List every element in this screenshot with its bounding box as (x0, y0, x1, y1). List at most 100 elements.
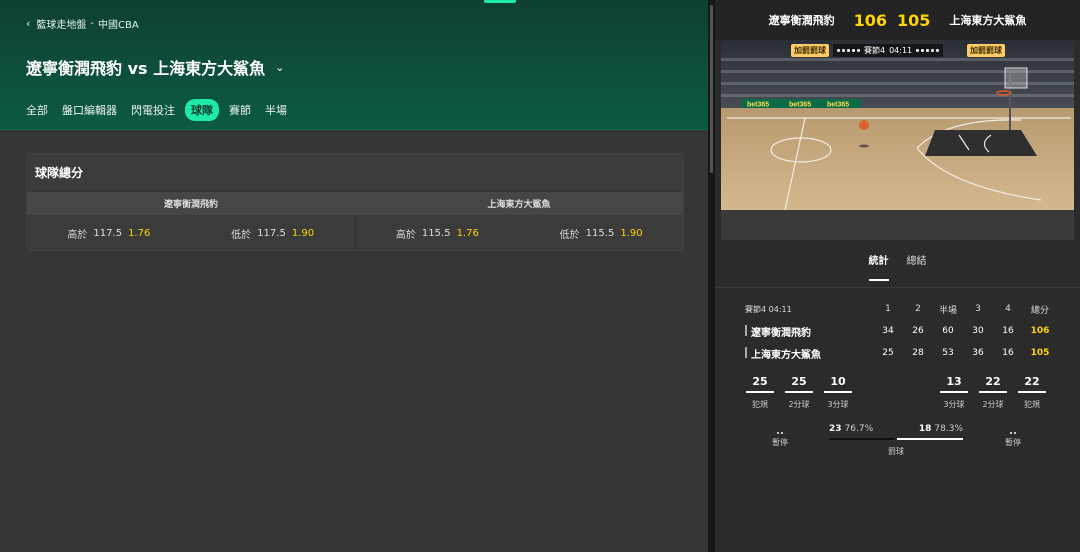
grid-cell: 25 (882, 348, 894, 358)
match-title-row[interactable]: 遼寧衡潤飛豹 vs 上海東方大鯊魚 ⌄ (26, 55, 284, 79)
right-penalty-badge: 加罰罰球 (967, 44, 1005, 57)
breadcrumb-separator: - (90, 18, 95, 29)
paint-area (925, 130, 1037, 156)
away-odds-col: 高於 115.5 1.76 低於 115.5 1.90 (356, 216, 684, 250)
away-2pt-stat: 22 2分球 (979, 375, 1007, 410)
scoreboard-scores: 106 105 (849, 10, 936, 42)
timeout-dots (998, 432, 1028, 434)
grid-cell: 53 (942, 348, 954, 358)
scoreboard-away-score: 105 (897, 10, 931, 30)
tab-stats[interactable]: 統計 (868, 252, 889, 281)
grid-cell-total: 105 (1030, 348, 1050, 358)
chevron-down-icon[interactable]: ⌄ (275, 61, 284, 74)
timeout-dots (765, 432, 795, 434)
odds-line: 115.5 (585, 227, 615, 239)
top-indicator (484, 0, 516, 3)
free-throw-bars (829, 438, 963, 440)
market-tabs: 全部 盤口編輯器 閃電投注 球隊 賽節 半場 (22, 99, 291, 121)
away-free-throws: 18 78.3% (918, 424, 963, 434)
court-visualization[interactable]: bet365 bet365 bet365 加罰罰球 賽節4 04:11 加罰罰球 (721, 40, 1074, 240)
scoreboard: 遼寧衡潤飛豹 106 105 上海東方大鯊魚 (715, 0, 1080, 42)
grid-team-home: 遼寧衡潤飛豹 (745, 324, 873, 339)
right-dots (916, 49, 940, 52)
tab-flash-bet[interactable]: 閃電投注 (127, 99, 179, 121)
scoreboard-home-team: 遼寧衡潤飛豹 (768, 14, 835, 27)
tab-summary[interactable]: 總結 (907, 252, 927, 281)
table-row: 上海東方大鯊魚 25 28 53 36 16 105 (745, 342, 1075, 364)
tab-all[interactable]: 全部 (22, 99, 52, 121)
court-period-indicator: 賽節4 04:11 (833, 44, 944, 57)
scoreboard-away-team: 上海東方大鯊魚 (949, 14, 1027, 27)
odds-label: 低於 (559, 229, 580, 241)
tab-quarter[interactable]: 賽節 (225, 99, 255, 121)
panel-title[interactable]: 球隊總分 (27, 154, 683, 192)
grid-head-q3: 3 (975, 304, 981, 314)
separator (715, 287, 1080, 288)
tab-bet-builder[interactable]: 盤口編輯器 (58, 99, 121, 121)
grid-cell: 36 (972, 348, 984, 358)
grid-period-clock: 賽節4 04:11 (745, 304, 792, 314)
breadcrumb-section[interactable]: 籃球走地盤 (36, 16, 86, 31)
free-throw-values: 23 76.7% 18 78.3% (829, 424, 963, 434)
odds-button[interactable]: 高於 117.5 1.76 (27, 226, 191, 241)
grid-head-q2: 2 (915, 304, 921, 314)
score-grid-header: 賽節4 04:11 1 2 半場 3 4 總分 (745, 298, 1075, 320)
table-row: 遼寧衡潤飛豹 34 26 60 30 16 106 (745, 320, 1075, 342)
court-footer (721, 210, 1074, 240)
grid-cell: 28 (912, 348, 924, 358)
odds-label: 高於 (67, 229, 88, 241)
score-grid: 賽節4 04:11 1 2 半場 3 4 總分 遼寧衡潤飛豹 34 26 60 … (745, 298, 1075, 364)
scrollbar-thumb[interactable] (710, 5, 713, 173)
home-free-throws: 23 76.7% (829, 424, 874, 434)
free-throw-label: 罰球 (888, 447, 904, 456)
odds-button[interactable]: 低於 117.5 1.90 (191, 226, 355, 241)
odds-price: 1.76 (456, 227, 479, 239)
odds-price: 1.90 (620, 227, 643, 239)
backboard (1004, 67, 1028, 89)
grid-head-half: 半場 (938, 305, 957, 316)
home-timeouts: 暫停 (765, 432, 795, 448)
grid-cell-total: 106 (1030, 326, 1050, 336)
left-penalty-badge: 加罰罰球 (791, 44, 829, 57)
stats-tabs: 統計 總結 (715, 252, 1080, 281)
away-ft-bar (897, 438, 963, 440)
odds-line: 117.5 (93, 227, 123, 239)
free-throws: 23 76.7% 18 78.3% 罰球 (829, 424, 963, 457)
grid-head-total: 總分 (1030, 305, 1049, 316)
breadcrumb: ‹ 籃球走地盤 - 中國CBA (26, 16, 139, 31)
tab-half[interactable]: 半場 (261, 99, 291, 121)
scoreboard-home-score: 106 (853, 10, 887, 30)
grid-cell: 30 (972, 326, 984, 336)
odds-line: 115.5 (421, 227, 451, 239)
panel-team-away: 上海東方大鯊魚 (487, 200, 551, 210)
odds-button[interactable]: 高於 115.5 1.76 (356, 226, 520, 241)
court-floor (721, 108, 1074, 210)
home-2pt-stat: 25 2分球 (785, 375, 813, 410)
ad-text: bet365 (789, 102, 811, 109)
grid-cell: 26 (912, 326, 924, 336)
chevron-left-icon[interactable]: ‹ (26, 17, 30, 30)
court-clock: 04:11 (889, 46, 913, 55)
home-odds-col: 高於 117.5 1.76 低於 117.5 1.90 (27, 216, 356, 250)
home-fouls-stat: 25 犯規 (746, 375, 774, 410)
ad-text: bet365 (827, 102, 849, 109)
ball-shadow (859, 144, 869, 148)
court-period: 賽節4 (864, 46, 886, 55)
panel-team-home: 遼寧衡潤飛豹 (163, 200, 218, 210)
team-total-panel: 球隊總分 遼寧衡潤飛豹 上海東方大鯊魚 高於 117.5 1.76 低於 117… (26, 153, 684, 251)
panel-team-headers: 遼寧衡潤飛豹 上海東方大鯊魚 (27, 192, 683, 216)
panel-odds-row: 高於 117.5 1.76 低於 117.5 1.90 高於 115.5 1.7… (27, 216, 683, 250)
away-3pt-stat: 13 3分球 (940, 375, 968, 410)
odds-button[interactable]: 低於 115.5 1.90 (519, 226, 683, 241)
grid-head-q4: 4 (1005, 304, 1011, 314)
basketball-icon (859, 120, 869, 130)
left-pane: ‹ 籃球走地盤 - 中國CBA 遼寧衡潤飛豹 vs 上海東方大鯊魚 ⌄ 全部 盤… (0, 0, 708, 552)
away-timeouts: 暫停 (998, 432, 1028, 448)
grid-cell: 16 (1002, 348, 1014, 358)
grid-cell: 34 (882, 326, 894, 336)
breadcrumb-league[interactable]: 中國CBA (98, 16, 139, 31)
right-pane: 遼寧衡潤飛豹 106 105 上海東方大鯊魚 bet365 bet365 bet… (715, 0, 1080, 552)
grid-cell: 16 (1002, 326, 1014, 336)
tab-team[interactable]: 球隊 (185, 99, 219, 121)
match-header: ‹ 籃球走地盤 - 中國CBA 遼寧衡潤飛豹 vs 上海東方大鯊魚 ⌄ 全部 盤… (0, 0, 708, 130)
